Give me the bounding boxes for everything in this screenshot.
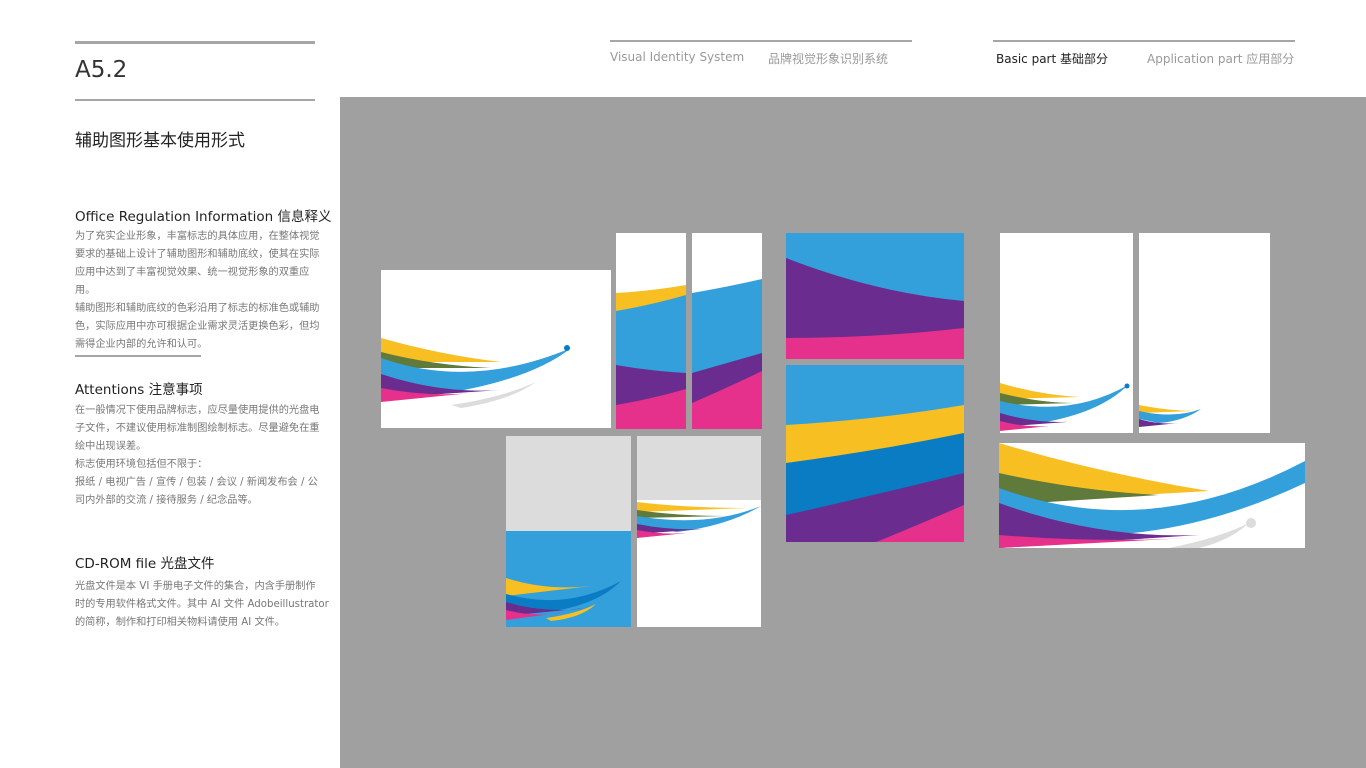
section-body-attentions: 在一般情况下使用品牌标志，应尽量使用提供的光盘电 子文件，不建议使用标准制图绘制… (75, 402, 329, 510)
mockup-vertical-banner-1 (616, 233, 686, 429)
text-line: 光盘文件是本 VI 手册电子文件的集合，内含手册制作 (75, 581, 316, 592)
mockup-letterhead-1 (1000, 233, 1133, 433)
text-line: 辅助图形和辅助底纹的色彩沿用了标志的标准色或辅助 (75, 303, 320, 314)
nav-basic-part[interactable]: Basic part 基础部分 (996, 50, 1108, 67)
mockup-poster-white (637, 436, 761, 627)
section-heading-info: Office Regulation Information 信息释义 (75, 209, 332, 225)
text-line: 需得企业内部的允许和认可。 (75, 339, 208, 350)
mockup-letterhead-2 (1139, 233, 1270, 433)
text-line: 的简称，制作和打印相关物料请使用 AI 文件。 (75, 617, 286, 628)
mockup-banner-top (786, 233, 964, 359)
text-line: 要求的基础上设计了辅助图形和辅助底纹，使其在实际 (75, 249, 320, 260)
text-line: 在一般情况下使用品牌标志，应尽量使用提供的光盘电 (75, 405, 320, 416)
text-line: 色，实际应用中亦可根据企业需求灵活更换色彩，但均 (75, 321, 320, 332)
mockup-banner-bottom (786, 365, 964, 542)
text-line: 子文件，不建议使用标准制图绘制标志。尽量避免在重 (75, 423, 320, 434)
nav-rule-vis (610, 40, 912, 42)
mockup-envelope (999, 443, 1305, 548)
section-body-cdrom: 光盘文件是本 VI 手册电子文件的集合，内含手册制作 时的专用软件格式文件。其中… (75, 578, 329, 632)
nav-vis-cn: 品牌视觉形象识别系统 (768, 52, 889, 66)
text-line: 时的专用软件格式文件。其中 AI 文件 Adobeillustrator (75, 599, 329, 610)
logo-dot (564, 345, 570, 351)
text-line: 为了充实企业形象，丰富标志的具体应用，在整体视觉 (75, 231, 320, 242)
top-rule (75, 41, 315, 44)
text-line: 标志使用环境包括但不限于： (75, 459, 208, 470)
nav-rule-parts (993, 40, 1295, 42)
page-title: 辅助图形基本使用形式 (75, 131, 245, 151)
nav-vis-en: Visual Identity System (610, 50, 745, 64)
mockup-horizontal-card (381, 270, 611, 428)
text-line: 绘中出现误差。 (75, 441, 147, 452)
section-heading-attentions: Attentions 注意事项 (75, 382, 203, 398)
section-heading-cdrom: CD-ROM file 光盘文件 (75, 556, 215, 572)
title-rule (75, 99, 315, 101)
section-body-info: 为了充实企业形象，丰富标志的具体应用，在整体视觉 要求的基础上设计了辅助图形和辅… (75, 228, 329, 354)
text-line: 报纸 / 电视广告 / 宣传 / 包装 / 会议 / 新闻发布会 / 公 (75, 477, 318, 488)
section-divider (75, 355, 201, 357)
mockup-vertical-banner-2 (692, 233, 762, 429)
nav-application-part[interactable]: Application part 应用部分 (1147, 50, 1294, 67)
text-line: 应用中达到了丰富视觉效果、统一视觉形象的双重应用。 (75, 267, 310, 296)
text-line: 司内外部的交流 / 接待服务 / 纪念品等。 (75, 495, 258, 506)
mockup-poster-blue (506, 436, 631, 627)
page-code: A5.2 (75, 57, 128, 83)
